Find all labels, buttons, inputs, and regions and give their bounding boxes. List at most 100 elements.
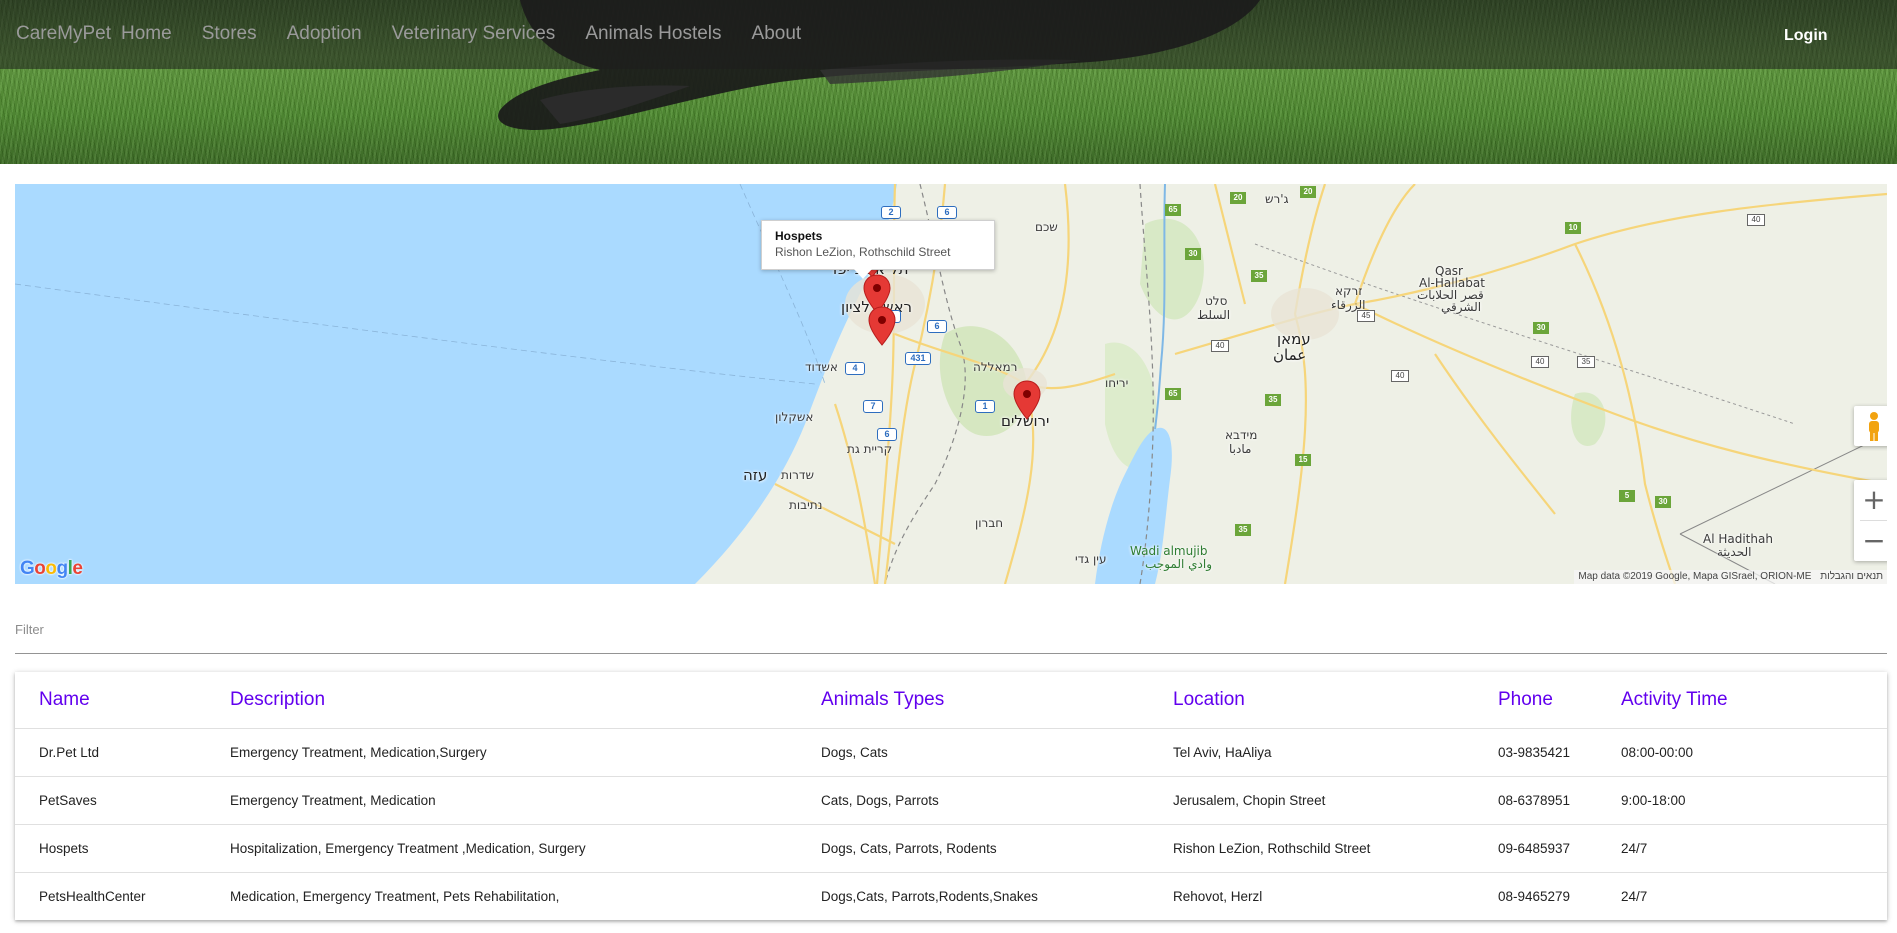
route-shield: 35 (1251, 270, 1267, 282)
city-hebron: חברון (975, 516, 1004, 530)
nav-stores[interactable]: Stores (202, 23, 257, 45)
header-description[interactable]: Description (206, 672, 797, 729)
city-ashdod: אשדוד (805, 360, 838, 374)
header-animals-types[interactable]: Animals Types (797, 672, 1149, 729)
table-row[interactable]: PetsHealthCenter Medication, Emergency T… (15, 872, 1887, 920)
city-jericho: יריחו (1105, 376, 1129, 390)
city-salt-he: סלט (1205, 294, 1228, 308)
city-ein-gedi: עין גדי (1075, 552, 1107, 566)
map-data-credit: Map data ©2019 Google, Mapa GISrael, ORI… (1578, 571, 1812, 582)
nav-adoption[interactable]: Adoption (287, 23, 362, 45)
nav-veterinary-services[interactable]: Veterinary Services (392, 23, 556, 45)
city-ramallah: רמאללה (973, 360, 1018, 374)
city-madaba-he: מידבא (1225, 428, 1258, 442)
cell-description: Emergency Treatment, Medication,Surgery (206, 728, 797, 777)
zoom-in-button[interactable]: + (1854, 480, 1887, 520)
header-name[interactable]: Name (15, 672, 206, 729)
route-shield: 7 (863, 400, 883, 413)
route-shield: 40 (1211, 340, 1229, 352)
route-shield: 30 (1533, 322, 1549, 334)
zoom-out-button[interactable]: − (1854, 521, 1887, 561)
city-ashkelon: אשקלון (775, 410, 814, 424)
route-shield: 35 (1235, 524, 1251, 536)
route-shield: 30 (1655, 496, 1671, 508)
route-shield: 4 (845, 362, 865, 375)
route-shield: 5 (1619, 490, 1635, 502)
route-shield: 65 (1165, 204, 1181, 216)
cell-location: Jerusalem, Chopin Street (1149, 776, 1474, 825)
cell-location: Rishon LeZion, Rothschild Street (1149, 824, 1474, 873)
cell-activity: 08:00-00:00 (1597, 728, 1887, 777)
route-shield: 1 (975, 400, 995, 413)
cell-location: Tel Aviv, HaAliya (1149, 728, 1474, 777)
map-view[interactable]: תל אביב יפו ראשון לציון אשדוד אשקלון קרי… (15, 184, 1887, 584)
cell-phone: 03-9835421 (1474, 728, 1597, 777)
route-shield: 35 (1577, 356, 1595, 368)
cell-location: Rehovot, Herzl (1173, 888, 1263, 904)
city-wadi-almujib: Wadi almujib (1130, 544, 1208, 558)
cell-phone: 09-6485937 (1474, 824, 1597, 873)
city-netivot: נתיבות (789, 498, 823, 512)
filter-input[interactable] (15, 612, 1887, 652)
cell-name: PetSaves (15, 776, 206, 825)
cell-activity: 24/7 (1597, 824, 1887, 873)
city-kiryat-gat: קריית גת (847, 442, 893, 456)
table-header-row: Name Description Animals Types Location … (15, 672, 1887, 729)
cell-animals: Dogs, Cats (797, 728, 1149, 777)
city-jerash: ג'רש (1265, 192, 1289, 206)
vet-services-table: Name Description Animals Types Location … (15, 672, 1887, 920)
cell-animals: Dogs, Cats, Parrots, Rodents (797, 824, 1149, 873)
route-shield: 15 (1295, 454, 1311, 466)
route-shield: 40 (1391, 370, 1409, 382)
cell-activity: 24/7 (1621, 888, 1648, 904)
city-nablus: שכם (1035, 220, 1058, 234)
cell-name: Hospets (15, 824, 206, 873)
city-al-hadithah: Al Hadithah (1703, 532, 1773, 546)
header-location[interactable]: Location (1149, 672, 1474, 729)
filter-field[interactable]: Filter (15, 612, 1887, 654)
route-shield: 20 (1230, 192, 1246, 204)
nav-about[interactable]: About (752, 23, 802, 45)
info-window-address: Rishon LeZion, Rothschild Street (775, 245, 951, 259)
route-shield: 65 (1165, 388, 1181, 400)
cell-name: Dr.Pet Ltd (15, 728, 206, 777)
hero-banner: CareMyPet Home Stores Adoption Veterinar… (0, 0, 1897, 164)
table-row[interactable]: Dr.Pet Ltd Emergency Treatment, Medicati… (15, 728, 1887, 777)
route-shield: 431 (905, 352, 931, 365)
city-salt-ar: السلط (1197, 308, 1231, 322)
table-row[interactable]: Hospets Hospitalization, Emergency Treat… (15, 824, 1887, 873)
route-shield: 20 (1300, 186, 1316, 198)
street-view-button[interactable] (1854, 406, 1887, 446)
header-phone[interactable]: Phone (1474, 672, 1597, 729)
route-shield: 2 (881, 206, 901, 219)
city-madaba-ar: مادبا (1229, 442, 1252, 456)
cell-description: Hospitalization, Emergency Treatment ,Me… (206, 824, 797, 873)
route-shield: 45 (1357, 310, 1375, 322)
map-attribution: Map data ©2019 Google, Mapa GISrael, ORI… (1574, 570, 1887, 584)
city-sderot: שדרות (781, 468, 814, 482)
cell-activity: 9:00-18:00 (1597, 776, 1887, 825)
city-amman-ar: عمان (1273, 346, 1307, 364)
cell-description: Emergency Treatment, Medication (206, 776, 797, 825)
brand-logo[interactable]: CareMyPet (16, 23, 111, 45)
map-info-window[interactable]: Hospets Rishon LeZion, Rothschild Street (761, 220, 995, 279)
nav-animals-hostels[interactable]: Animals Hostels (585, 23, 721, 45)
cell-animals: Dogs,Cats, Parrots,Rodents,Snakes (821, 888, 1038, 904)
login-button[interactable]: Login (1784, 27, 1828, 45)
city-gaza: עזה (743, 466, 768, 484)
navbar: CareMyPet Home Stores Adoption Veterinar… (0, 0, 1897, 69)
header-activity-time[interactable]: Activity Time (1597, 672, 1887, 729)
route-shield: 35 (1265, 394, 1281, 406)
pegman-icon (1869, 412, 1879, 441)
route-shield: 40 (1531, 356, 1549, 368)
map-marker-pets-health-center[interactable] (868, 306, 896, 346)
nav-home[interactable]: Home (121, 23, 172, 45)
nav-links: Home Stores Adoption Veterinary Services… (121, 23, 831, 45)
map-marker-petsaves[interactable] (1013, 380, 1041, 420)
map-terms-link[interactable]: תנאים והגבלות (1820, 571, 1883, 582)
google-logo[interactable]: Google (20, 558, 83, 580)
table-row[interactable]: PetSaves Emergency Treatment, Medication… (15, 776, 1887, 825)
route-shield: 6 (877, 428, 897, 441)
city-zarqa-he: זרקא (1335, 284, 1363, 298)
route-shield: 30 (1185, 248, 1201, 260)
